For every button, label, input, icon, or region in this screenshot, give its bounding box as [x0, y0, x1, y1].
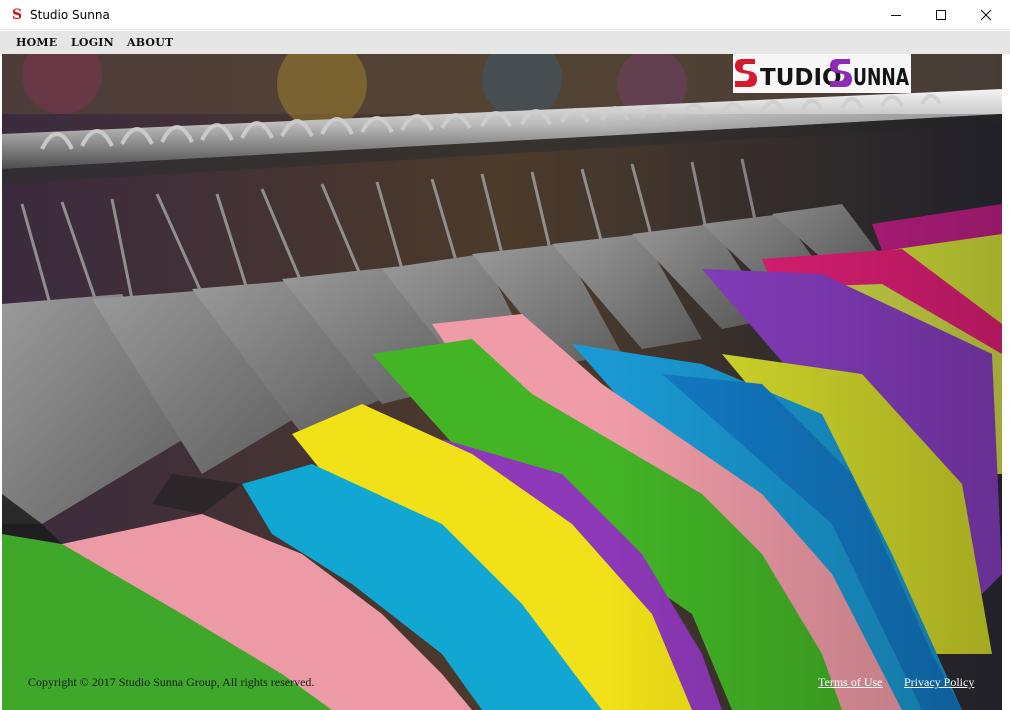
logo-graphic: TUDIO UNNA — [735, 59, 909, 91]
menu-item-home[interactable]: HOME — [16, 36, 57, 49]
logo-text-unna: UNNA — [853, 65, 909, 91]
window-edge — [1002, 54, 1010, 710]
menu-bar: HOME LOGIN ABOUT — [0, 31, 1010, 54]
close-button[interactable] — [963, 0, 1009, 30]
maximize-button[interactable] — [918, 0, 964, 30]
logo-text-tudio: TUDIO — [760, 65, 842, 91]
minimize-icon — [891, 15, 901, 16]
studio-sunna-logo[interactable]: TUDIO UNNA — [733, 54, 911, 93]
clothing-rack-image — [2, 54, 1002, 710]
menu-item-about[interactable]: ABOUT — [127, 36, 173, 49]
hero-image — [2, 54, 1002, 710]
window-titlebar: S Studio Sunna — [0, 0, 1010, 30]
maximize-icon — [936, 10, 946, 20]
copyright-text: Copyright © 2017 Studio Sunna Group, All… — [28, 675, 315, 689]
close-icon — [980, 9, 992, 21]
window-title: Studio Sunna — [30, 8, 110, 22]
minimize-button[interactable] — [873, 0, 919, 30]
menu-item-login[interactable]: LOGIN — [71, 36, 114, 49]
privacy-policy-link[interactable]: Privacy Policy — [904, 675, 974, 689]
app-logo-icon: S — [12, 7, 23, 23]
terms-of-use-link[interactable]: Terms of Use — [818, 675, 882, 689]
